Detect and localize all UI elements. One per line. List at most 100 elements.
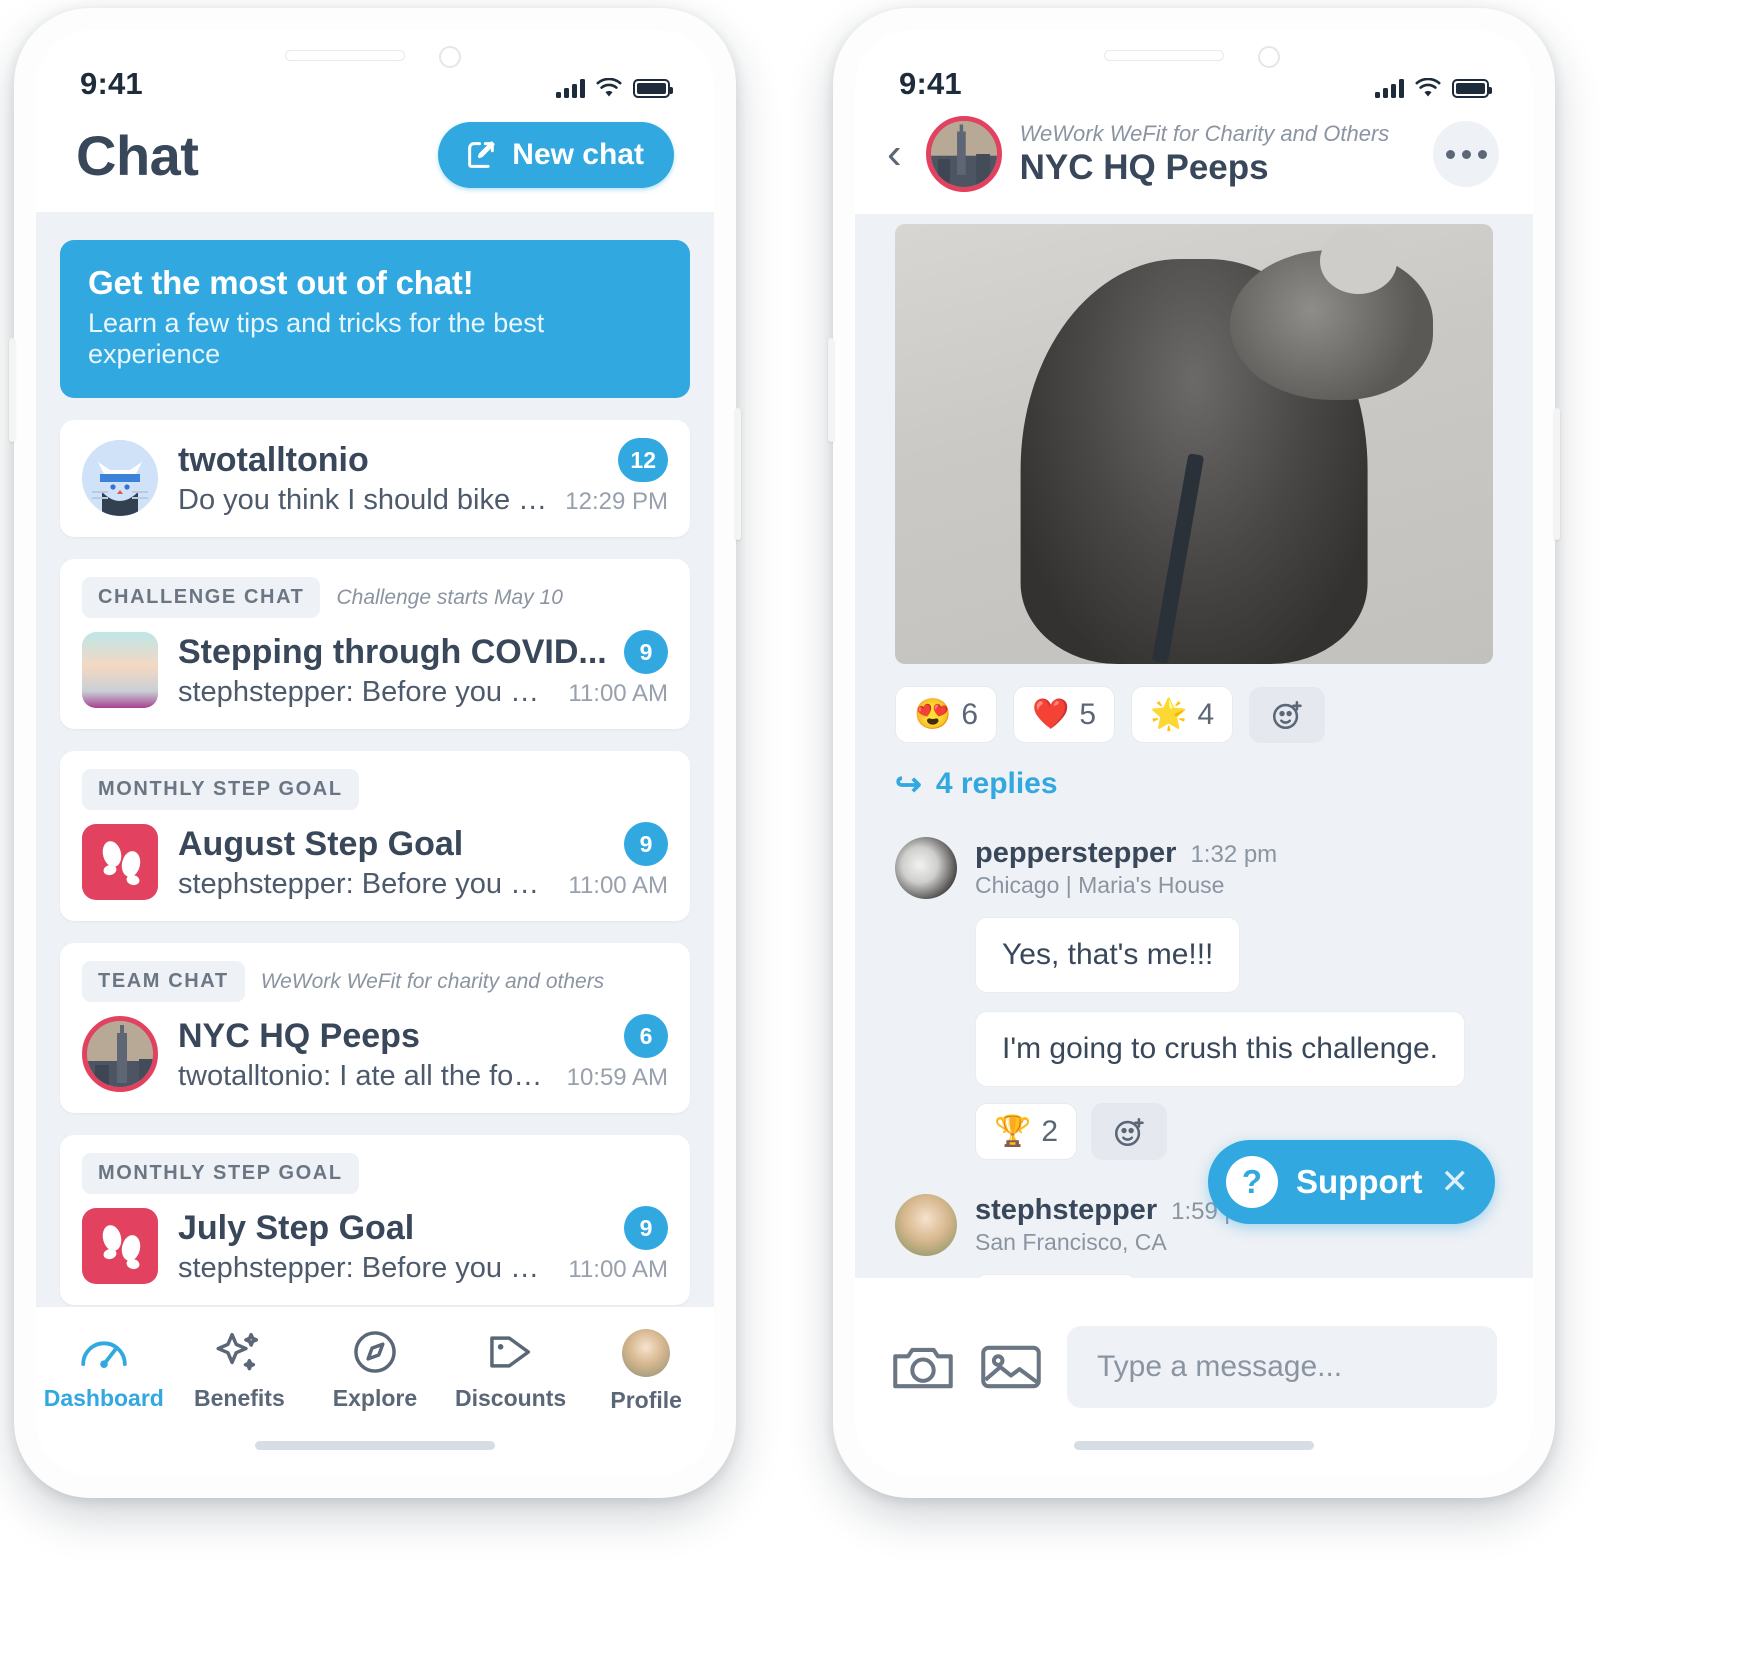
- chat-item-name: July Step Goal: [178, 1208, 415, 1247]
- pepper-avatar[interactable]: [895, 837, 957, 899]
- table-row: August Step Goal 9 stephstepper: Before …: [82, 822, 668, 901]
- signal-bars-icon: [556, 79, 585, 98]
- battery-full-icon: [633, 79, 673, 98]
- message-author[interactable]: stephstepper: [975, 1194, 1157, 1227]
- chat-list-item[interactable]: MONTHLY STEP GOAL August Step Goal 9 ste…: [60, 751, 690, 921]
- message-bubble[interactable]: Yes, that's me!!!: [975, 917, 1241, 993]
- unread-badge: 9: [624, 1206, 668, 1250]
- reaction-chip[interactable]: 😍 6: [895, 686, 998, 743]
- nyc-avatar[interactable]: [925, 116, 1002, 192]
- chat-item-time: 11:00 AM: [568, 872, 668, 899]
- more-dots-icon[interactable]: [1433, 121, 1499, 187]
- support-pill[interactable]: ? Support ✕: [1208, 1140, 1495, 1224]
- new-chat-button[interactable]: New chat: [438, 122, 674, 188]
- close-icon[interactable]: ✕: [1441, 1165, 1470, 1199]
- chat-list-item[interactable]: CHALLENGE CHAT Challenge starts May 10 S…: [60, 559, 690, 729]
- chat-item-name: NYC HQ Peeps: [178, 1016, 420, 1055]
- message-bubble-wrap: Yes, that's me!!!: [895, 899, 1493, 993]
- reaction-chip[interactable]: ❤️ 5: [1013, 686, 1116, 743]
- chat-item-top: NYC HQ Peeps 6: [178, 1014, 668, 1058]
- photo-message[interactable]: [895, 224, 1493, 664]
- tab-dashboard[interactable]: Dashboard: [36, 1329, 172, 1412]
- message-author[interactable]: pepperstepper: [975, 837, 1176, 870]
- photo-library-icon[interactable]: [979, 1338, 1043, 1396]
- chat-list-item[interactable]: TEAM CHAT WeWork WeFit for charity and o…: [60, 943, 690, 1113]
- chat-item-body: NYC HQ Peeps 6 twotalltonio: I ate all t…: [178, 1014, 668, 1093]
- replies-link[interactable]: ↪ 4 replies: [895, 765, 1493, 803]
- add-reaction-icon[interactable]: [1249, 686, 1326, 743]
- chat-item-bottom: twotalltonio: I ate all the food in t...…: [178, 1060, 668, 1093]
- chat-list-item[interactable]: MONTHLY STEP GOAL July Step Goal 9 steph…: [60, 1135, 690, 1305]
- sparkle-icon: [216, 1332, 259, 1371]
- message-bubble[interactable]: Hi guys!: [975, 1274, 1138, 1278]
- front-camera-icon: [1258, 46, 1280, 68]
- left-phone-notch: [210, 30, 540, 76]
- chat-item-body: August Step Goal 9 stephstepper: Before …: [178, 822, 668, 901]
- chat-item-time: 10:59 AM: [566, 1064, 668, 1091]
- chat-type-badge: MONTHLY STEP GOAL: [82, 1153, 359, 1194]
- chat-header: Chat New chat: [36, 108, 714, 212]
- promo-banner[interactable]: Get the most out of chat! Learn a few ti…: [60, 240, 690, 398]
- chat-item-tagline: MONTHLY STEP GOAL: [82, 769, 668, 810]
- tab-discounts[interactable]: Discounts: [443, 1329, 579, 1412]
- left-phone-screen: 9:41 Chat New chat Get the most out of c…: [36, 30, 714, 1476]
- tab-label: Benefits: [194, 1385, 285, 1411]
- chat-item-tagline: MONTHLY STEP GOAL: [82, 1153, 668, 1194]
- question-mark-icon: ?: [1226, 1156, 1279, 1208]
- chevron-left-icon[interactable]: ‹: [881, 132, 908, 176]
- chat-item-time: 11:00 AM: [568, 680, 668, 707]
- message-header: pepperstepper 1:32 pm Chicago | Maria's …: [895, 837, 1493, 899]
- chat-item-time: 12:29 PM: [565, 488, 668, 515]
- thread-title: NYC HQ Peeps: [1019, 147, 1269, 187]
- tab-explore[interactable]: Explore: [307, 1329, 443, 1412]
- message-location: Chicago | Maria's House: [975, 872, 1225, 898]
- table-row: NYC HQ Peeps 6 twotalltonio: I ate all t…: [82, 1014, 668, 1093]
- chat-item-bottom: stephstepper: Before you ask, ye... 11:0…: [178, 676, 668, 709]
- page-title: Chat: [76, 123, 199, 187]
- status-icons: [1375, 78, 1492, 102]
- thread-title-block: WeWork WeFit for Charity and Others NYC …: [1020, 121, 1415, 188]
- reaction-count: 2: [1041, 1114, 1059, 1148]
- tag-icon: [489, 1336, 530, 1368]
- right-phone-notch: [1029, 30, 1359, 76]
- chat-list[interactable]: Get the most out of chat! Learn a few ti…: [36, 212, 714, 1318]
- add-reaction-icon[interactable]: [1091, 1103, 1168, 1160]
- chat-item-bottom: Do you think I should bike to the... 12:…: [178, 484, 668, 517]
- tab-profile[interactable]: Profile: [578, 1329, 714, 1414]
- table-row: Stepping through COVID... 9 stephstepper…: [82, 630, 668, 709]
- thread-header: ‹ WeWork WeFit for Charity and Others NY…: [855, 108, 1533, 214]
- reaction-chip[interactable]: 🏆 2: [975, 1103, 1078, 1160]
- right-phone-device: 9:41 ‹ WeWork WeFit for Charity and Othe…: [828, 8, 1560, 1498]
- reaction-chip[interactable]: 🌟 4: [1131, 686, 1234, 743]
- earpiece-speaker: [1104, 50, 1224, 61]
- unread-badge: 12: [618, 438, 668, 482]
- thread-message-list[interactable]: 😍 6 ❤️ 5 🌟 4 ↪ 4 replies pepperstepper 1…: [855, 214, 1533, 1278]
- photo-reactions[interactable]: 😍 6 ❤️ 5 🌟 4: [895, 686, 1493, 743]
- message-group: pepperstepper 1:32 pm Chicago | Maria's …: [895, 837, 1493, 1160]
- chat-item-top: twotalltonio 12: [178, 438, 668, 482]
- left-phone-device: 9:41 Chat New chat Get the most out of c…: [9, 8, 741, 1498]
- home-indicator: [255, 1441, 495, 1450]
- chat-list-item[interactable]: twotalltonio 12 Do you think I should bi…: [60, 420, 690, 537]
- message-bubble[interactable]: I'm going to crush this challenge.: [975, 1011, 1465, 1087]
- chat-item-body: July Step Goal 9 stephstepper: Before yo…: [178, 1206, 668, 1285]
- chat-item-preview: stephstepper: Before you ask, ye...: [178, 1252, 555, 1284]
- tab-benefits[interactable]: Benefits: [172, 1329, 308, 1412]
- chat-item-top: August Step Goal 9: [178, 822, 668, 866]
- support-label: Support: [1296, 1163, 1423, 1200]
- thread-subtitle: WeWork WeFit for Charity and Others: [1019, 120, 1390, 146]
- chat-item-bottom: stephstepper: Before you ask, ye... 11:0…: [178, 1252, 668, 1285]
- profile-avatar-icon: [622, 1329, 671, 1377]
- message-location: San Francisco, CA: [975, 1229, 1167, 1255]
- status-icons: [556, 78, 673, 102]
- bottom-tab-bar[interactable]: Dashboard Benefits Explore Discounts Pro…: [36, 1306, 714, 1476]
- status-time: 9:41: [899, 66, 962, 101]
- camera-icon[interactable]: [891, 1338, 955, 1396]
- tab-label: Dashboard: [43, 1385, 164, 1411]
- tab-label: Explore: [332, 1385, 418, 1411]
- chat-item-body: Stepping through COVID... 9 stephstepper…: [178, 630, 668, 709]
- message-input[interactable]: Type a message...: [1067, 1326, 1497, 1408]
- chat-item-note: Challenge starts May 10: [336, 585, 563, 609]
- reaction-emoji: ❤️: [1032, 698, 1070, 731]
- steph-avatar[interactable]: [895, 1194, 957, 1256]
